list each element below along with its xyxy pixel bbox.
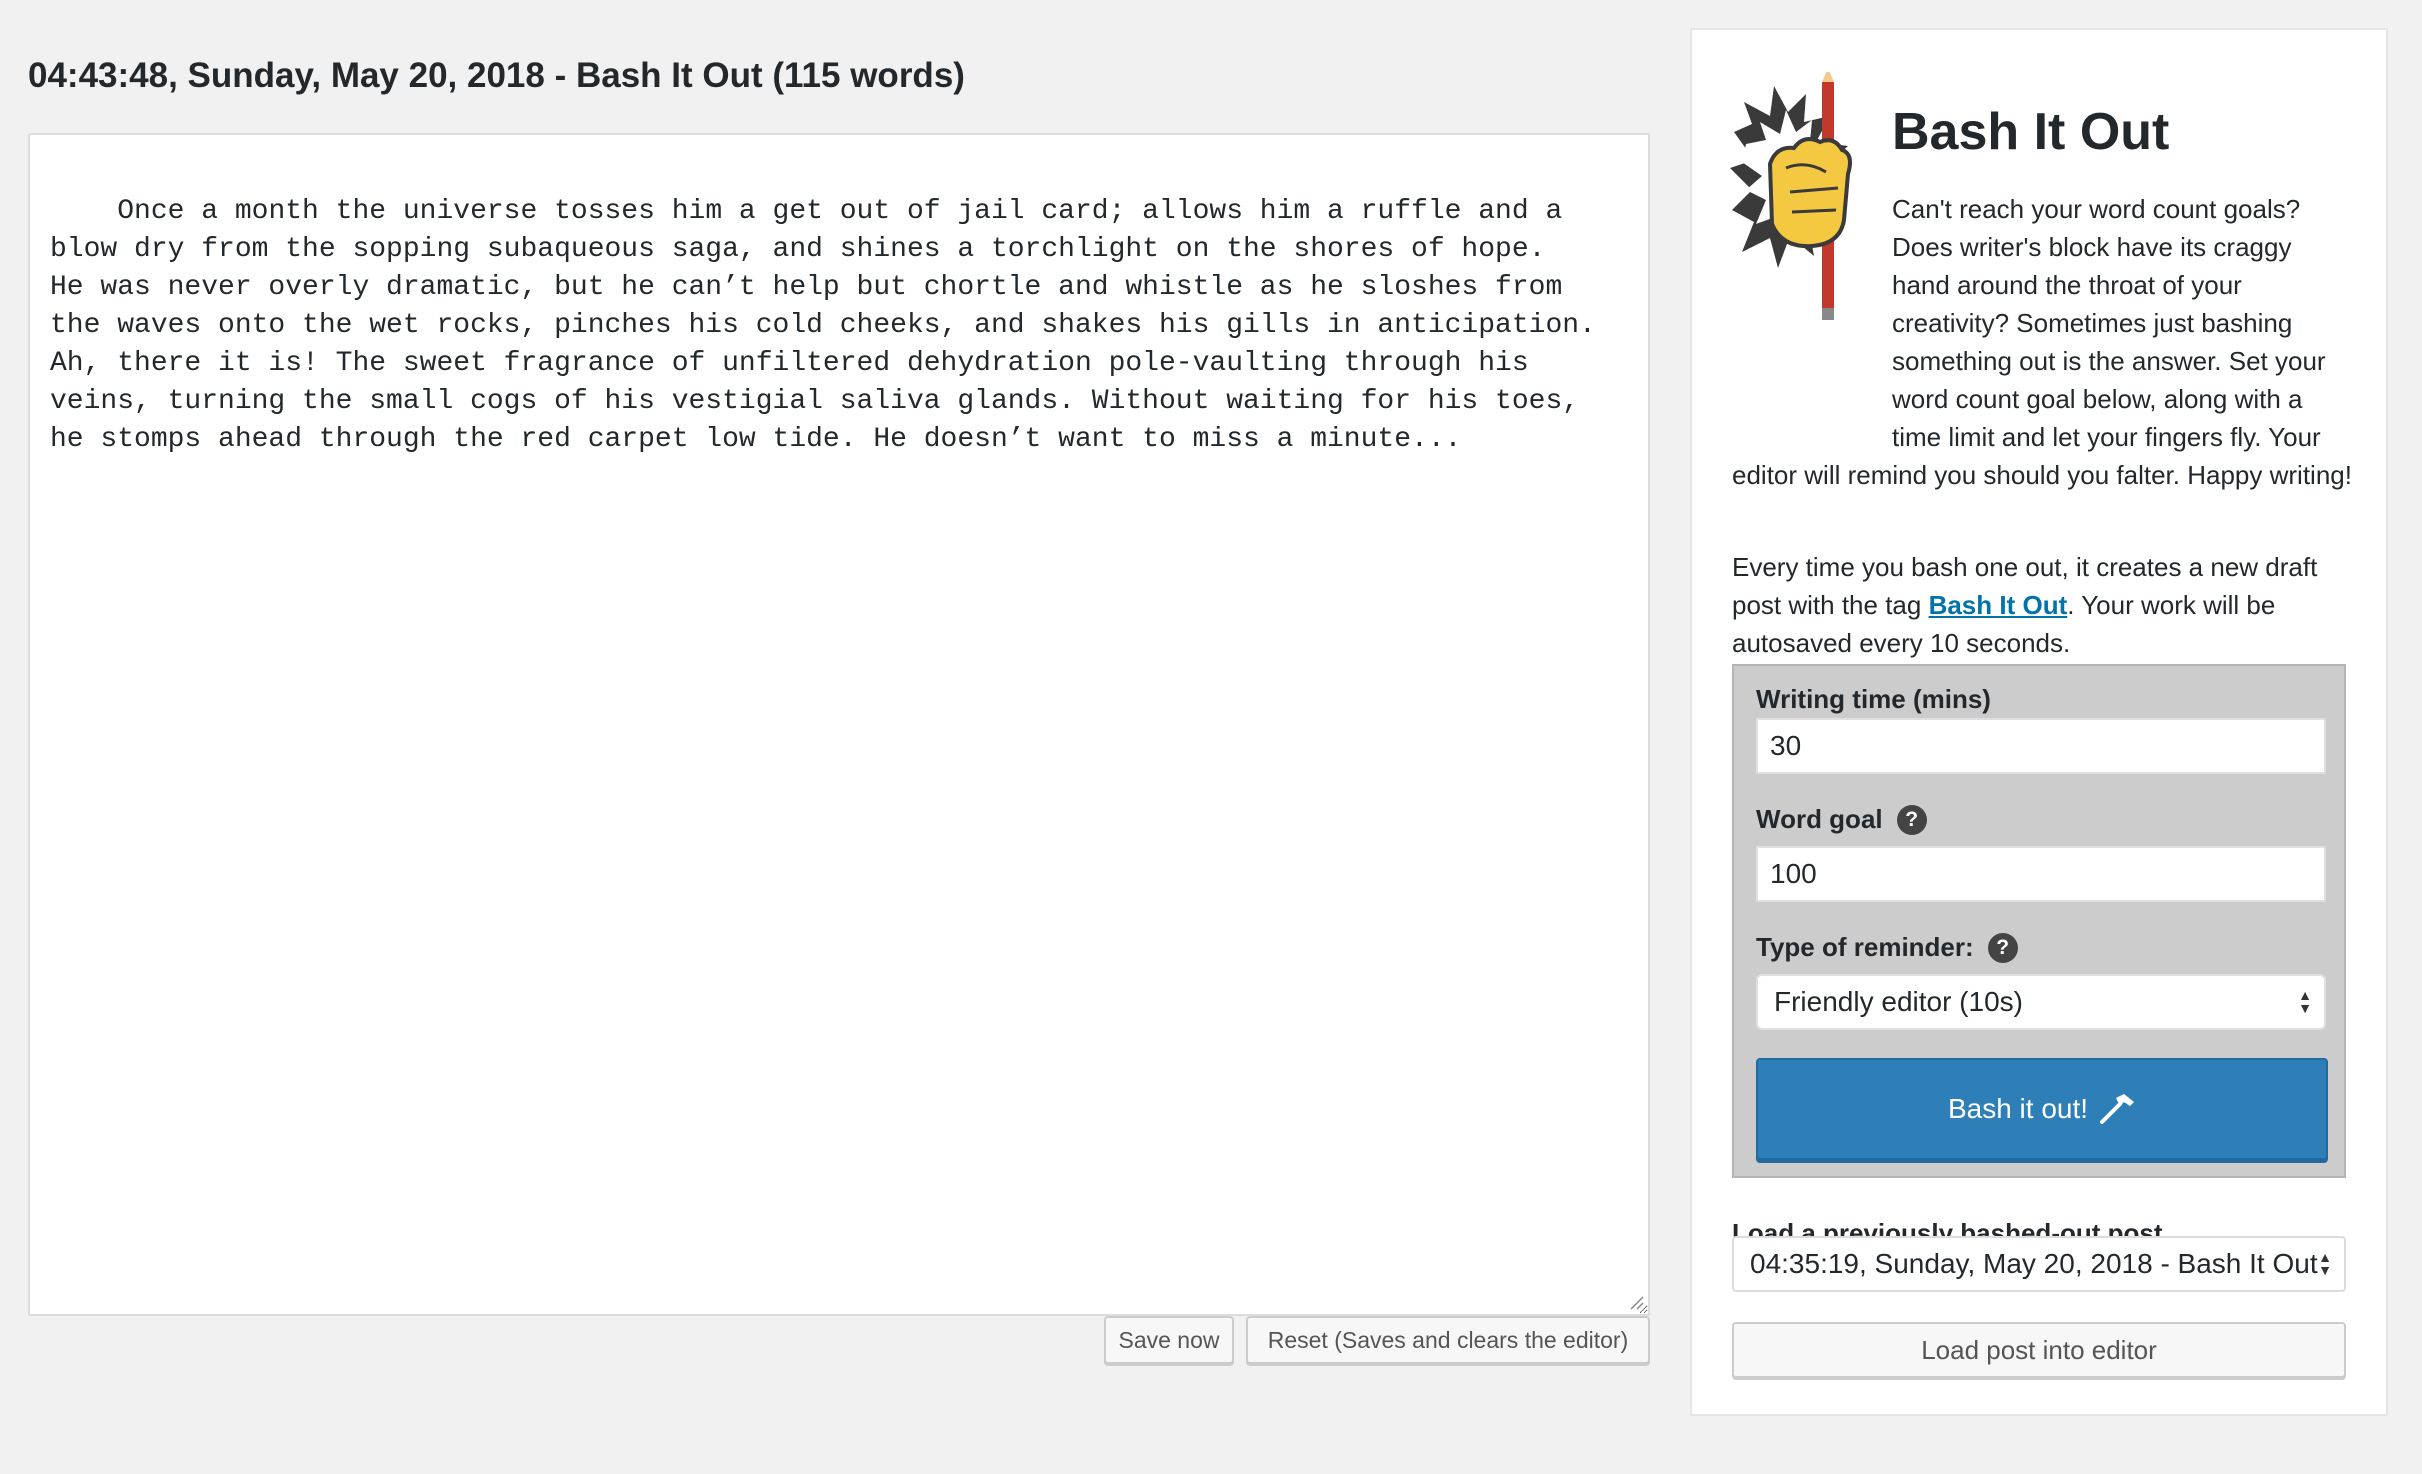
select-arrows-icon: ▲ ▼ [2298, 987, 2312, 1016]
panel-title: Bash It Out [1892, 103, 2170, 161]
writing-time-label-text: Writing time (mins) [1756, 684, 1991, 714]
bash-it-out-button[interactable]: Bash it out! [1756, 1058, 2328, 1160]
reminder-label-text: Type of reminder: [1756, 932, 1974, 962]
reminder-label: Type of reminder: ? [1756, 932, 2018, 963]
editor-content[interactable]: Once a month the universe tosses him a g… [50, 196, 1613, 455]
reminder-value: Friendly editor (10s) [1774, 986, 2023, 1017]
bash-it-out-tag-link[interactable]: Bash It Out [1929, 590, 2068, 620]
help-icon[interactable]: ? [1987, 932, 2018, 963]
writing-time-label: Writing time (mins) [1756, 684, 1991, 715]
page-title: 04:43:48, Sunday, May 20, 2018 - Bash It… [28, 56, 965, 95]
load-post-select[interactable]: 04:35:19, Sunday, May 20, 2018 - Bash It… [1732, 1236, 2346, 1292]
word-goal-input[interactable]: 100 [1756, 846, 2326, 902]
writing-time-value: 30 [1770, 730, 1802, 761]
intro-text: Can't reach your word count goals? Does … [1732, 190, 2352, 494]
reset-button[interactable]: Reset (Saves and clears the editor) [1246, 1316, 1650, 1364]
reminder-select[interactable]: Friendly editor (10s) ▲ ▼ [1756, 974, 2326, 1030]
word-goal-label: Word goal ? [1756, 804, 1927, 835]
autosave-info: Every time you bash one out, it creates … [1732, 548, 2352, 662]
resize-grip-icon[interactable] [1628, 1294, 1644, 1310]
writing-time-input[interactable]: 30 [1756, 718, 2326, 774]
settings-box: Writing time (mins) 30 Word goal ? 100 T… [1732, 664, 2346, 1178]
save-button[interactable]: Save now [1104, 1316, 1234, 1364]
bash-it-out-panel: Bash It Out Can't reach your word count … [1690, 28, 2388, 1416]
help-icon[interactable]: ? [1896, 804, 1927, 835]
select-arrows-icon: ▲ ▼ [2318, 1249, 2332, 1278]
word-goal-value: 100 [1770, 858, 1817, 889]
load-post-button[interactable]: Load post into editor [1732, 1322, 2346, 1378]
hammer-icon [2100, 1094, 2135, 1124]
load-post-value: 04:35:19, Sunday, May 20, 2018 - Bash It… [1750, 1248, 2318, 1279]
editor-textarea[interactable]: Once a month the universe tosses him a g… [28, 133, 1650, 1316]
word-goal-label-text: Word goal [1756, 804, 1883, 834]
bash-it-out-button-label: Bash it out! [1947, 1093, 2089, 1124]
